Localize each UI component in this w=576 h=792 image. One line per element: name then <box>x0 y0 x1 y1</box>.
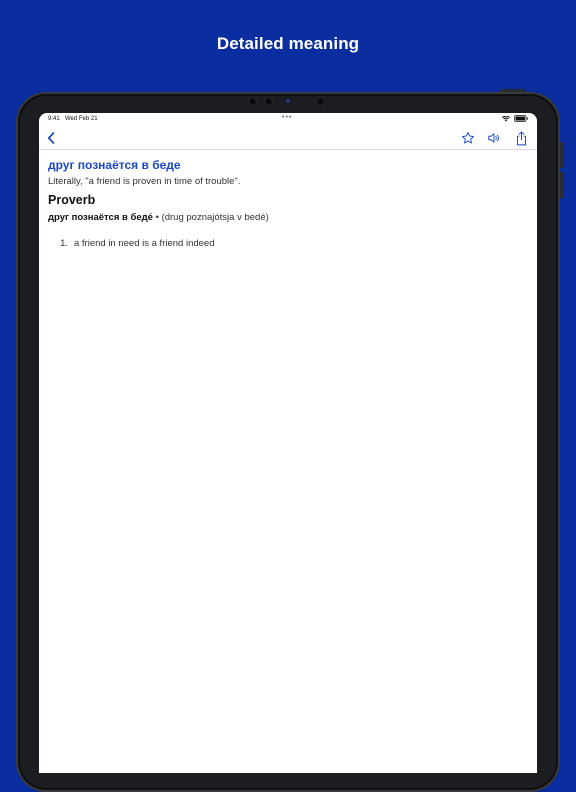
wifi-icon <box>502 115 510 121</box>
pronunciation-button[interactable] <box>484 129 504 147</box>
sensor-dot <box>264 97 273 106</box>
favorite-button[interactable] <box>458 129 478 147</box>
status-date: Wed Feb 21 <box>65 116 98 122</box>
status-time: 9:41 <box>48 116 60 122</box>
status-icons <box>502 115 528 122</box>
sensor-dot <box>248 97 257 106</box>
speaker-icon <box>488 133 499 143</box>
definition-list: 1. a friend in need is a friend indeed <box>48 238 528 249</box>
definition-number: 1. <box>60 238 68 249</box>
transliteration: • (drug poznajótsja v bedé) <box>152 212 269 223</box>
app-screen: 9:41 Wed Feb 21 ••• друг познаётся в бед… <box>39 113 537 773</box>
multitasking-dots[interactable]: ••• <box>282 114 292 121</box>
star-icon <box>461 131 475 144</box>
headword: друг познаётся в беде́ <box>48 212 153 223</box>
volume-down-button <box>560 172 564 198</box>
chevron-left-icon <box>47 132 55 144</box>
definition-text: a friend in need is a friend indeed <box>74 238 215 249</box>
power-button <box>500 89 526 92</box>
navigation-bar <box>39 127 537 150</box>
share-icon <box>516 131 526 145</box>
sensor-dot <box>316 97 325 106</box>
part-of-speech-heading: Proverb <box>48 193 96 207</box>
tablet-frame: 9:41 Wed Feb 21 ••• друг познаётся в бед… <box>16 89 564 792</box>
battery-icon <box>514 115 528 122</box>
camera-bar <box>246 96 336 108</box>
volume-up-button <box>560 142 564 168</box>
literal-translation: Literally, "a friend is proven in time o… <box>48 176 241 187</box>
share-button[interactable] <box>511 129 531 147</box>
entry-title: друг познаётся в беде <box>48 158 181 172</box>
headword-line: друг познаётся в беде́ • (drug poznajóts… <box>48 212 528 223</box>
entry-content: друг познаётся в беде Literally, "a frie… <box>48 158 528 249</box>
page-headline: Detailed meaning <box>216 34 360 53</box>
back-button[interactable] <box>43 129 59 147</box>
status-bar: 9:41 Wed Feb 21 ••• <box>39 113 537 127</box>
front-camera <box>286 99 290 103</box>
definition-item: 1. a friend in need is a friend indeed <box>48 238 528 249</box>
